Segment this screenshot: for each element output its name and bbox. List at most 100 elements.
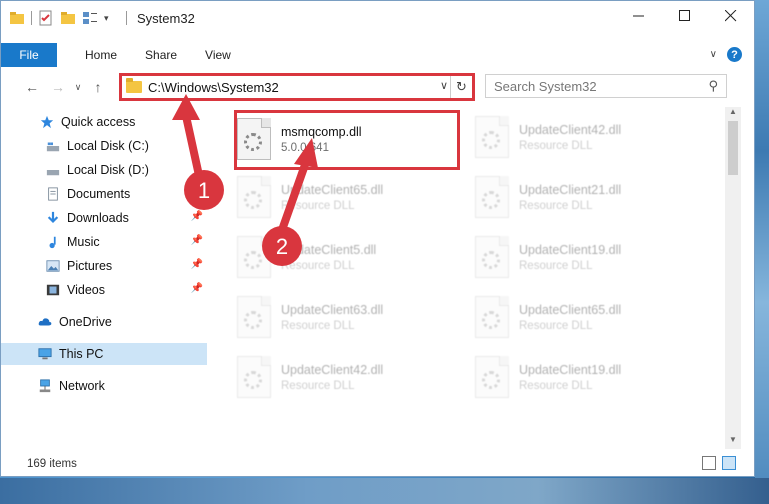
- back-button[interactable]: ←: [19, 79, 45, 95]
- item-count: 169 items: [27, 458, 77, 470]
- ribbon-tabs: File Home Share View ∨ ?: [1, 43, 754, 67]
- file-name: UpdateClient21.dll: [519, 182, 622, 197]
- sidebar-item-network[interactable]: Network: [1, 375, 207, 397]
- properties-icon[interactable]: [38, 10, 54, 26]
- details-view-icon[interactable]: [702, 456, 716, 470]
- scroll-up-icon[interactable]: ▲: [725, 107, 741, 121]
- file-name: UpdateClient5.dll: [281, 242, 377, 257]
- close-button[interactable]: [708, 1, 754, 31]
- window-controls: [616, 1, 754, 31]
- tab-view[interactable]: View: [191, 48, 245, 62]
- dll-file-icon: [475, 236, 509, 278]
- computer-icon: [38, 348, 52, 360]
- sidebar-item-pictures[interactable]: Pictures 📌: [1, 255, 207, 277]
- file-item[interactable]: UpdateClient19.dll Resource DLL: [475, 231, 695, 283]
- pin-icon[interactable]: 📌: [191, 259, 203, 270]
- search-icon: ⚲: [708, 78, 718, 93]
- scroll-down-icon[interactable]: ▼: [725, 435, 741, 449]
- dll-file-icon: [237, 176, 271, 218]
- new-folder-icon[interactable]: [60, 10, 76, 26]
- status-bar: 169 items: [1, 453, 754, 475]
- file-name: UpdateClient65.dll: [519, 302, 622, 317]
- file-item[interactable]: UpdateClient5.dll Resource DLL: [237, 231, 457, 283]
- dll-file-icon: [475, 296, 509, 338]
- sidebar-item-label: This PC: [59, 347, 104, 361]
- sidebar-item-quick-access[interactable]: Quick access: [1, 111, 207, 133]
- star-icon: [40, 115, 54, 129]
- recent-locations-button[interactable]: ∨: [71, 82, 85, 93]
- file-item[interactable]: UpdateClient65.dll Resource DLL: [475, 291, 695, 343]
- desktop-background: [755, 0, 769, 504]
- drive-icon: [46, 142, 60, 152]
- address-path: C:\Windows\System32: [148, 79, 279, 95]
- customize-view-icon[interactable]: [82, 10, 98, 26]
- navigation-pane: Quick access Local Disk (C:) Local Disk …: [1, 109, 209, 449]
- ribbon-right-controls: ∨ ?: [710, 47, 742, 62]
- chevron-down-icon[interactable]: ∨: [440, 79, 448, 92]
- file-item[interactable]: UpdateClient42.dll Resource DLL: [237, 351, 457, 403]
- vertical-scrollbar[interactable]: ▲ ▼: [725, 107, 741, 449]
- sidebar-item-label: Quick access: [61, 115, 136, 129]
- sidebar-item-documents[interactable]: Documents: [1, 183, 207, 205]
- network-icon: [39, 379, 51, 393]
- search-placeholder: Search System32: [494, 78, 597, 94]
- search-input[interactable]: Search System32 ⚲: [485, 74, 727, 98]
- chevron-down-icon[interactable]: ▾: [104, 10, 120, 26]
- file-description: Resource DLL: [281, 259, 355, 272]
- file-name: UpdateClient63.dll: [281, 302, 384, 317]
- large-icons-view-icon[interactable]: [722, 456, 736, 470]
- desktop-background-bottom: [0, 478, 769, 504]
- help-icon[interactable]: ?: [727, 47, 742, 62]
- file-item[interactable]: UpdateClient63.dll Resource DLL: [237, 291, 457, 343]
- sidebar-item-label: Documents: [67, 187, 131, 201]
- file-explorer-window: ▾ System32 File Home Share View ∨ ? ← →: [0, 0, 755, 477]
- minimize-button[interactable]: [616, 1, 662, 31]
- sidebar-item-onedrive[interactable]: OneDrive: [1, 311, 207, 333]
- sidebar-item-label: Local Disk (D:): [67, 163, 149, 177]
- forward-button[interactable]: →: [45, 79, 71, 95]
- title-bar: ▾ System32: [1, 1, 754, 35]
- scrollbar-thumb[interactable]: [728, 121, 738, 175]
- tab-home[interactable]: Home: [71, 48, 131, 62]
- file-name: UpdateClient42.dll: [281, 362, 384, 377]
- file-item[interactable]: UpdateClient19.dll Resource DLL: [475, 351, 695, 403]
- file-list: msmqcomp.dll 5.0.0.641 UpdateClient42.dl…: [209, 105, 729, 445]
- sidebar-item-label: OneDrive: [59, 315, 112, 329]
- address-bar[interactable]: C:\Windows\System32 ∨ ↻: [119, 73, 475, 101]
- dll-file-icon: [475, 116, 509, 158]
- maximize-icon: [679, 10, 690, 21]
- tab-share[interactable]: Share: [131, 48, 191, 62]
- sidebar-item-local-disk-c[interactable]: Local Disk (C:): [1, 135, 207, 157]
- up-button[interactable]: ↑: [85, 79, 111, 95]
- file-description: Resource DLL: [519, 139, 593, 152]
- file-name: UpdateClient42.dll: [519, 122, 622, 137]
- close-icon: [725, 10, 737, 22]
- sidebar-item-label: Music: [67, 235, 100, 249]
- sidebar-item-label: Downloads: [67, 211, 129, 225]
- file-name: UpdateClient19.dll: [519, 242, 622, 257]
- refresh-button[interactable]: ↻: [450, 76, 472, 98]
- file-description: Resource DLL: [519, 199, 593, 212]
- file-name: UpdateClient19.dll: [519, 362, 622, 377]
- file-item[interactable]: UpdateClient65.dll Resource DLL: [237, 171, 457, 223]
- file-item[interactable]: UpdateClient42.dll Resource DLL: [475, 111, 695, 163]
- maximize-button[interactable]: [662, 1, 708, 31]
- documents-icon: [48, 187, 58, 201]
- pin-icon[interactable]: 📌: [191, 211, 203, 222]
- sidebar-item-videos[interactable]: Videos 📌: [1, 279, 207, 301]
- chevron-down-icon[interactable]: ∨: [710, 49, 717, 60]
- window-title: System32: [137, 10, 195, 26]
- tab-file[interactable]: File: [1, 43, 57, 67]
- pin-icon[interactable]: 📌: [191, 235, 203, 246]
- dll-file-icon: [475, 356, 509, 398]
- drive-icon: [46, 170, 60, 176]
- address-row: ← → ∨ ↑ C:\Windows\System32 ∨ ↻ Search S…: [1, 71, 754, 103]
- dll-file-icon: [475, 176, 509, 218]
- sidebar-item-local-disk-d[interactable]: Local Disk (D:): [1, 159, 207, 181]
- dll-file-icon: [237, 236, 271, 278]
- sidebar-item-music[interactable]: Music 📌: [1, 231, 207, 253]
- pin-icon[interactable]: 📌: [191, 283, 203, 294]
- file-item[interactable]: UpdateClient21.dll Resource DLL: [475, 171, 695, 223]
- sidebar-item-downloads[interactable]: Downloads 📌: [1, 207, 207, 229]
- sidebar-item-this-pc[interactable]: This PC: [1, 343, 207, 365]
